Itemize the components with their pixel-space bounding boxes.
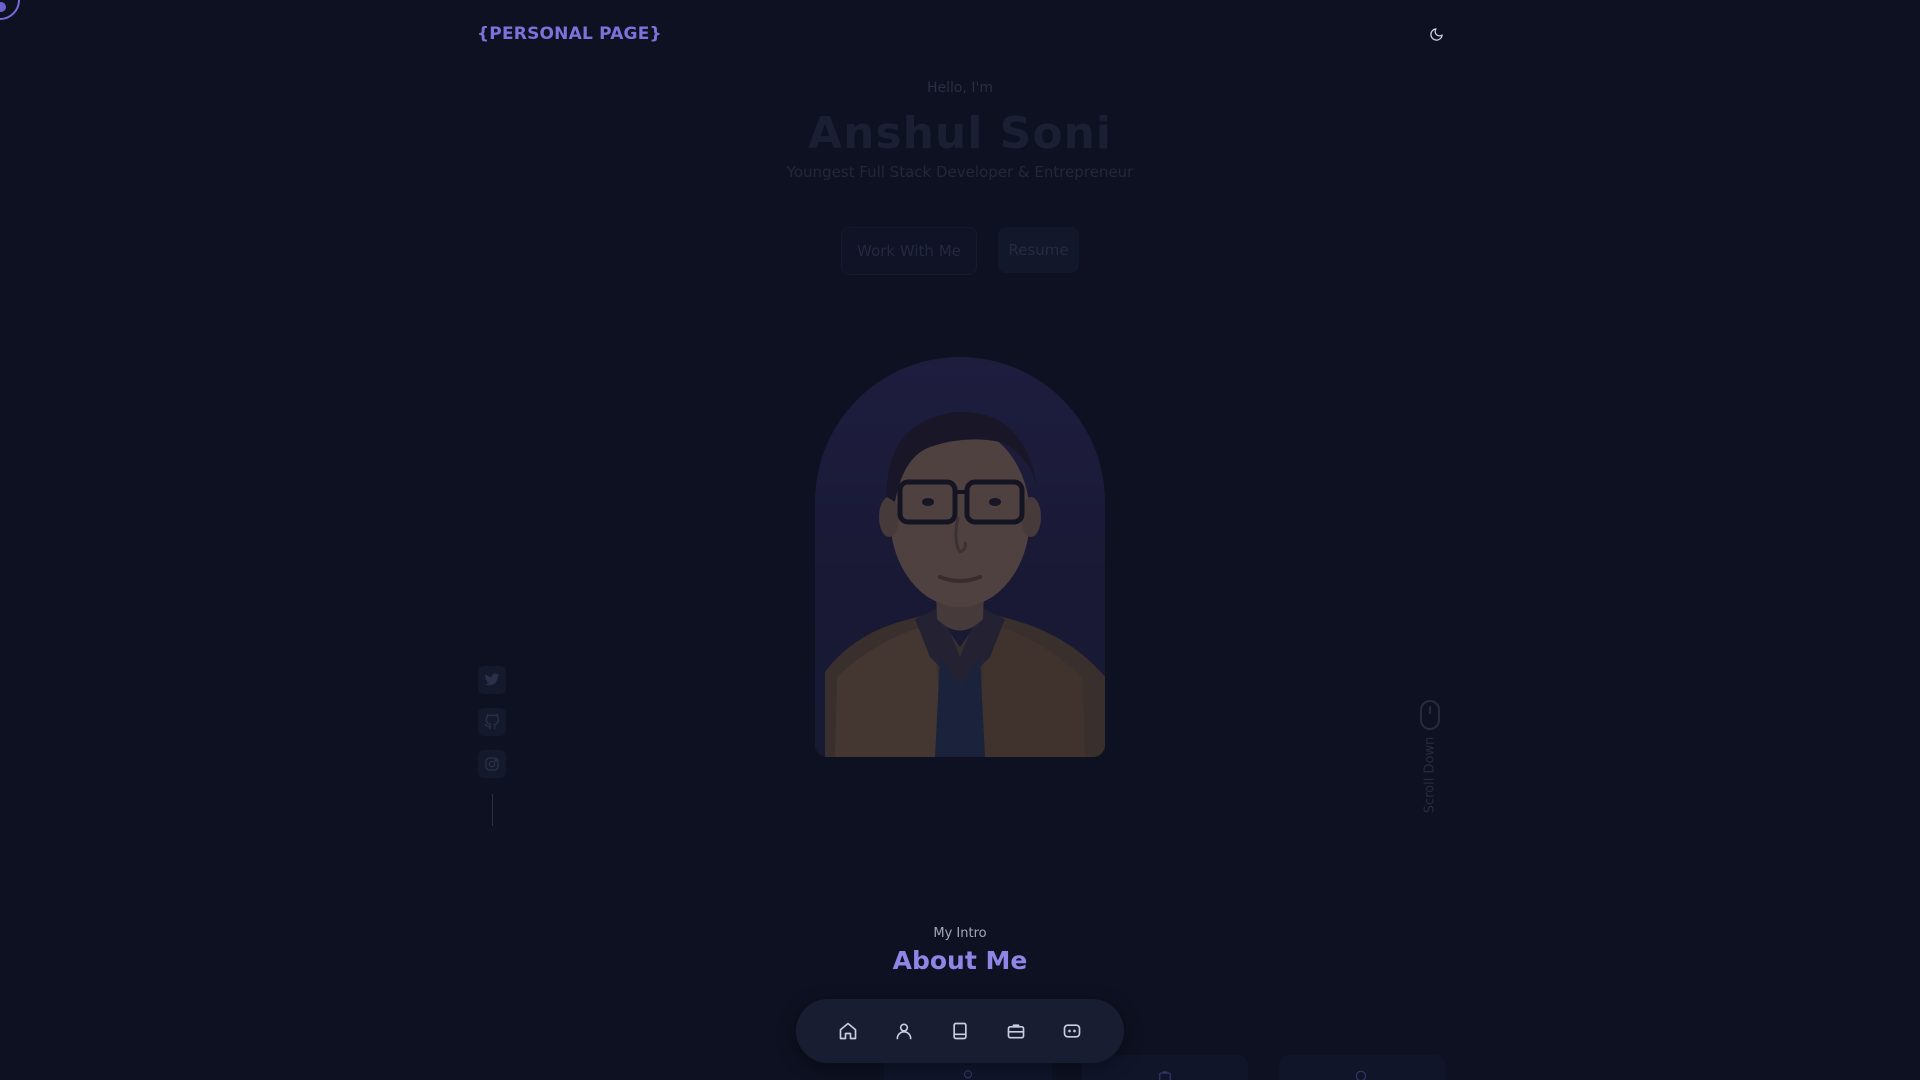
- instagram-icon: [485, 757, 499, 771]
- resume-button[interactable]: Resume: [998, 227, 1079, 273]
- book-icon: [953, 1022, 967, 1040]
- briefcase-icon: [1159, 1071, 1171, 1080]
- hero-greeting: Hello, I'm: [926, 80, 993, 96]
- award-icon: [963, 1070, 973, 1079]
- social-links: [478, 666, 506, 826]
- site-logo[interactable]: {PERSONAL PAGE}: [477, 24, 662, 44]
- page: {PERSONAL PAGE} Hello, I'm Anshul Soni Y…: [0, 0, 1920, 1080]
- mouse-icon[interactable]: [1419, 700, 1441, 730]
- github-icon: [484, 714, 499, 730]
- twitter-link[interactable]: [478, 666, 506, 694]
- instagram-link[interactable]: [478, 750, 506, 778]
- moon-icon: [1429, 27, 1443, 41]
- nav-services[interactable]: [1004, 1019, 1029, 1044]
- hero-name: Anshul Soni: [808, 108, 1112, 159]
- home-icon: [839, 1022, 857, 1040]
- nav-skills[interactable]: [948, 1019, 973, 1044]
- briefcase-icon: [1007, 1024, 1025, 1039]
- twitter-icon: [484, 673, 500, 686]
- social-divider-line: [491, 794, 493, 826]
- user-icon: [896, 1023, 912, 1040]
- section-subtitle: My Intro: [933, 926, 987, 941]
- portrait-illustration: [815, 357, 1105, 757]
- message-icon: [1063, 1024, 1081, 1038]
- about-card-peek-3: [1279, 1055, 1445, 1080]
- section-title: About Me: [892, 946, 1028, 975]
- nav-home[interactable]: [836, 1019, 861, 1044]
- profile-portrait: [815, 357, 1105, 757]
- scroll-down-label[interactable]: Scroll Down: [1423, 737, 1438, 814]
- bottom-navigation: [796, 999, 1124, 1063]
- theme-toggle-button[interactable]: [1426, 24, 1446, 44]
- nav-about[interactable]: [892, 1019, 917, 1044]
- github-link[interactable]: [478, 708, 506, 736]
- work-with-me-button[interactable]: Work With Me: [841, 227, 977, 275]
- nav-contact[interactable]: [1060, 1019, 1085, 1044]
- hero-role: Youngest Full Stack Developer & Entrepre…: [786, 163, 1134, 181]
- support-icon: [1355, 1070, 1367, 1080]
